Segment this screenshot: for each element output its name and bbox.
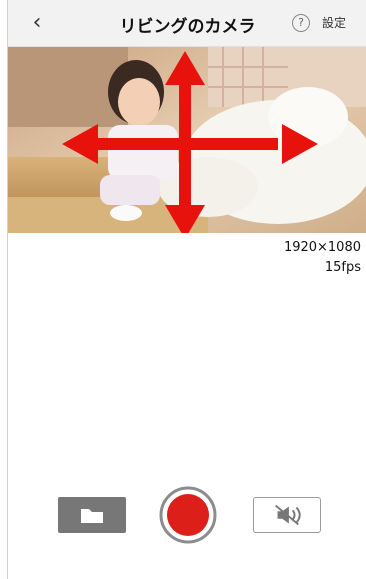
settings-button[interactable]: 設定 [322, 14, 346, 31]
app-frame: ‹ リビングのカメラ ? 設定 1920×1080 15fps [7, 0, 366, 579]
speaker-muted-icon [275, 504, 301, 526]
camera-image [8, 47, 366, 233]
record-icon [159, 486, 217, 544]
camera-live-view[interactable] [8, 47, 366, 233]
folder-icon [81, 509, 103, 523]
mute-button[interactable] [253, 497, 321, 533]
control-bar [8, 486, 366, 546]
record-button[interactable] [157, 486, 219, 544]
resolution-label: 1920×1080 [283, 240, 361, 255]
header-bar: ‹ リビングのカメラ ? 設定 [8, 0, 366, 47]
framerate-label: 15fps [324, 260, 361, 275]
question-circle-icon[interactable]: ? [292, 14, 310, 32]
folder-button[interactable] [58, 497, 126, 533]
page-title: リビングのカメラ [119, 17, 256, 37]
stream-info: 1920×1080 15fps [284, 238, 361, 278]
